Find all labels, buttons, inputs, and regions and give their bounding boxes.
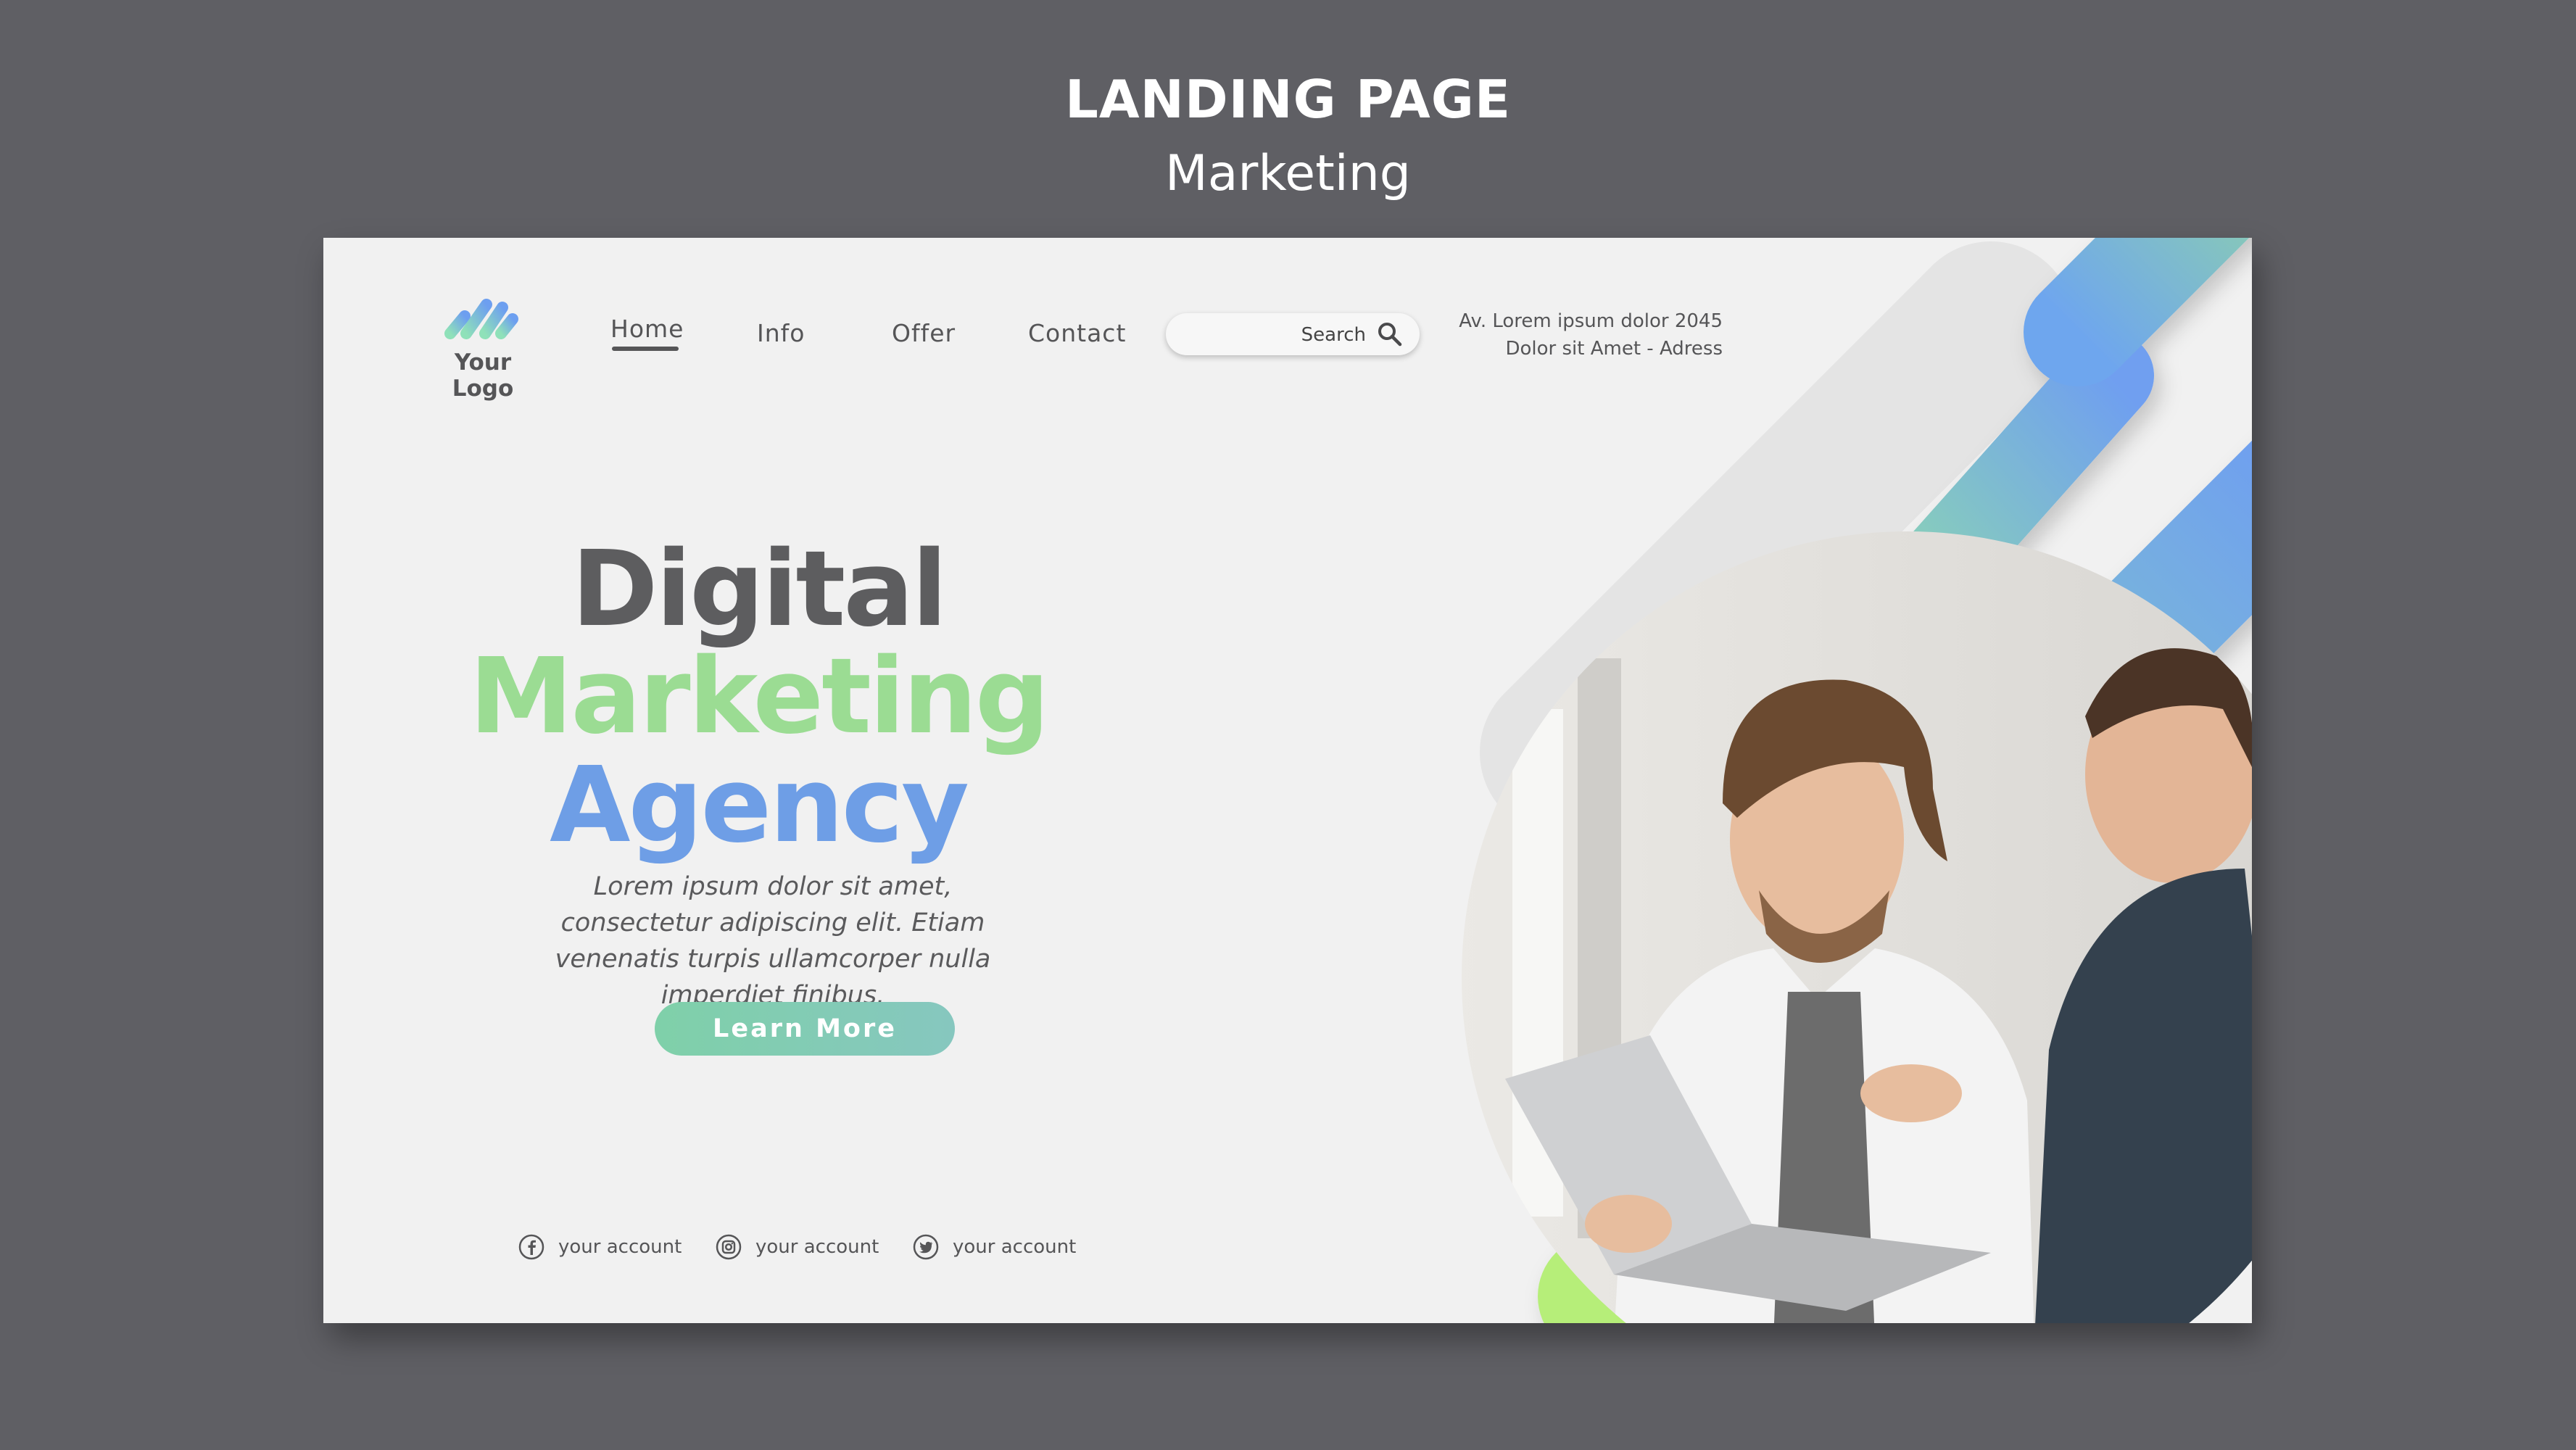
brand-logo[interactable]: Your Logo: [421, 287, 544, 402]
search-input[interactable]: [1183, 319, 1367, 351]
address-line-1: Av. Lorem ipsum dolor 2045: [1459, 310, 1723, 332]
social-label-twitter: your account: [953, 1236, 1077, 1258]
mockup-stage: LANDING PAGE Marketing Your Logo Home In…: [0, 0, 2576, 1450]
social-label-instagram: your account: [755, 1236, 879, 1258]
hero-description: Lorem ipsum dolor sit amet, consectetur …: [555, 872, 991, 1010]
social-link-instagram[interactable]: your account: [715, 1231, 879, 1263]
nav-offer[interactable]: Offer: [892, 319, 956, 347]
social-label-facebook: your account: [558, 1236, 682, 1258]
address-block: Av. Lorem ipsum dolor 2045 Dolor sit Ame…: [1411, 307, 1723, 362]
mockup-title: LANDING PAGE: [1065, 69, 1511, 130]
search-bar: [1166, 313, 1420, 355]
mockup-subtitle: Marketing: [1165, 145, 1411, 202]
address-line-2: Dolor sit Amet - Adress: [1505, 338, 1723, 360]
facebook-icon: [518, 1234, 544, 1260]
hero-title-line-3: Agency: [550, 744, 969, 866]
nav-home[interactable]: Home: [610, 315, 684, 343]
logo-text: Your Logo: [452, 349, 514, 402]
nav-contact[interactable]: Contact: [1028, 319, 1126, 347]
logo-mark-icon: [444, 299, 518, 339]
instagram-icon: [716, 1234, 742, 1260]
landing-page-canvas: Your Logo Home Info Offer Contact Av. Lo…: [323, 238, 2252, 1323]
learn-more-button[interactable]: Learn More: [655, 1002, 955, 1056]
social-link-facebook[interactable]: your account: [518, 1231, 682, 1263]
nav-active-indicator: [612, 347, 679, 351]
team-photo: [1462, 531, 2252, 1323]
search-icon[interactable]: [1376, 320, 1404, 348]
nav-info[interactable]: Info: [757, 319, 805, 347]
social-link-twitter[interactable]: your account: [912, 1231, 1076, 1263]
hero-title-line-2: Marketing: [469, 635, 1050, 757]
twitter-icon: [913, 1234, 939, 1260]
hero-title-line-1: Digital: [571, 528, 948, 650]
